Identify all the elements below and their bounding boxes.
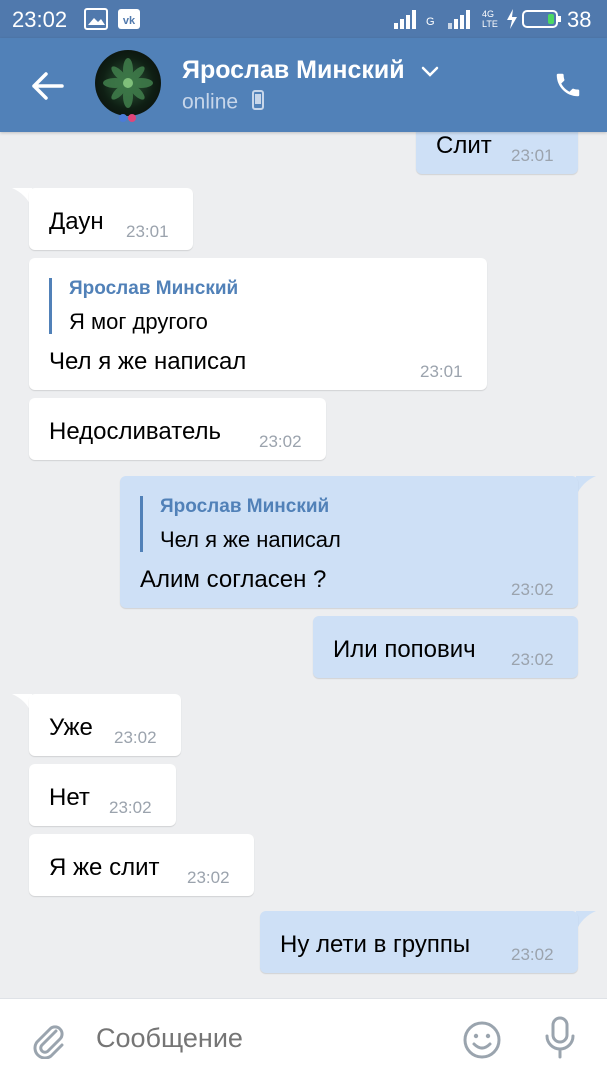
- chat-title[interactable]: Ярослав Минский: [182, 56, 405, 85]
- reply-text: Чел я же написал: [160, 527, 341, 552]
- message-bubble-incoming[interactable]: Нет 23:02: [29, 764, 176, 826]
- phone-icon[interactable]: [553, 70, 583, 105]
- message-text: Слит: [436, 132, 492, 159]
- message-bubble-incoming[interactable]: Я же слит 23:02: [29, 834, 254, 896]
- message-time: 23:02: [511, 945, 554, 964]
- message-input[interactable]: [96, 1023, 426, 1054]
- message-text: Ну лети в группы: [280, 931, 471, 958]
- online-badge-icon: [118, 110, 138, 122]
- message-time: 23:02: [114, 728, 157, 747]
- message-bubble-incoming[interactable]: Уже 23:02: [29, 694, 181, 756]
- message-bubble-outgoing[interactable]: Или попович 23:02: [313, 616, 578, 678]
- status-bar: 23:02 vk G 4G LTE 38: [0, 0, 607, 38]
- message-text: Недосливатель: [49, 418, 221, 445]
- message-time: 23:02: [511, 650, 554, 669]
- charging-icon: [506, 8, 518, 35]
- message-composer: [0, 998, 607, 1080]
- svg-text:vk: vk: [123, 15, 136, 27]
- message-text: Уже: [49, 714, 93, 741]
- message-bubble-incoming[interactable]: Даун 23:01: [29, 188, 193, 250]
- paperclip-icon[interactable]: [28, 1019, 68, 1064]
- reply-text: Я мог другого: [69, 309, 208, 334]
- reply-quote-bar: [140, 496, 143, 552]
- bubble-tail: [576, 911, 596, 931]
- chat-header: Ярослав Минский online: [0, 38, 607, 132]
- reply-author: Ярослав Минский: [69, 278, 239, 299]
- mobile-device-icon: [251, 90, 264, 116]
- message-bubble-outgoing[interactable]: Ну лети в группы 23:02: [260, 911, 578, 973]
- battery-level: 38: [567, 7, 592, 32]
- chat-status: online: [182, 90, 264, 116]
- message-time: 23:02: [109, 798, 152, 817]
- network-type-label-2: 4G LTE: [482, 9, 498, 29]
- message-list[interactable]: Слит 23:01 Даун 23:01 Ярослав Минский Я …: [0, 132, 607, 998]
- message-time: 23:02: [511, 580, 554, 599]
- message-time: 23:01: [511, 146, 554, 165]
- message-text: Даун: [49, 208, 104, 235]
- chevron-down-icon[interactable]: [420, 64, 440, 83]
- image-icon: [84, 8, 108, 35]
- smile-icon[interactable]: [462, 1020, 502, 1065]
- message-time: 23:01: [420, 362, 463, 381]
- message-time: 23:01: [126, 222, 169, 241]
- message-text: Чел я же написал: [49, 348, 247, 375]
- message-bubble-outgoing-reply[interactable]: Ярослав Минский Чел я же написал Алим со…: [120, 476, 578, 608]
- status-time: 23:02: [12, 7, 68, 32]
- message-bubble-outgoing[interactable]: Слит 23:01: [416, 132, 578, 174]
- message-bubble-incoming[interactable]: Недосливатель 23:02: [29, 398, 326, 460]
- back-arrow-icon[interactable]: [30, 68, 66, 104]
- status-text: online: [182, 90, 239, 114]
- signal-icon: [446, 8, 476, 35]
- message-text: Нет: [49, 784, 90, 811]
- reply-quote-bar: [49, 278, 52, 334]
- message-time: 23:02: [187, 868, 230, 887]
- network-type-label: G: [426, 16, 435, 28]
- bubble-tail: [576, 476, 596, 496]
- message-time: 23:02: [259, 432, 302, 451]
- signal-icon: [392, 8, 422, 35]
- battery-icon: [522, 8, 562, 35]
- message-bubble-incoming-reply[interactable]: Ярослав Минский Я мог другого Чел я же н…: [29, 258, 487, 390]
- microphone-icon[interactable]: [544, 1016, 576, 1065]
- vk-icon: vk: [117, 8, 141, 35]
- message-text: Алим согласен ?: [140, 566, 327, 593]
- reply-author: Ярослав Минский: [160, 496, 330, 517]
- avatar[interactable]: [95, 50, 161, 116]
- message-text: Я же слит: [49, 854, 160, 881]
- message-text: Или попович: [333, 636, 476, 663]
